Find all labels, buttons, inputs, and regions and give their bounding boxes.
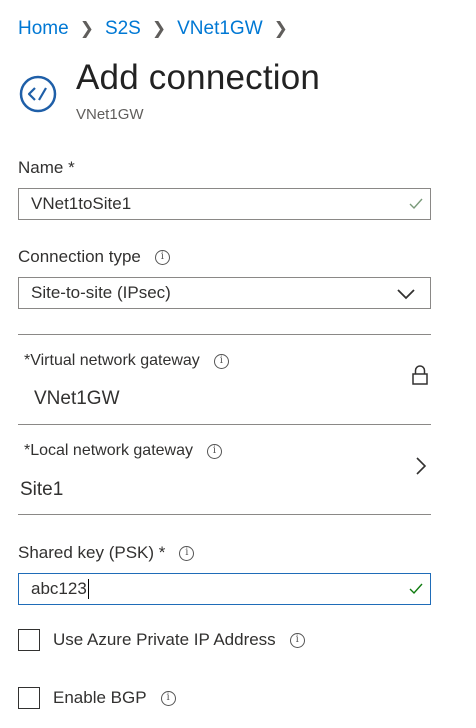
enable-bgp-checkbox[interactable] [18, 687, 40, 709]
info-icon[interactable]: i [289, 632, 305, 648]
use-private-ip-label: Use Azure Private IP Address [53, 630, 276, 649]
section-divider [18, 514, 431, 515]
chevron-right-icon [416, 457, 427, 475]
name-value: VNet1toSite1 [31, 194, 132, 213]
virtual-network-gateway-label-text: Virtual network gateway [30, 352, 200, 369]
virtual-network-gateway-value: VNet1GW [34, 388, 120, 409]
info-icon[interactable]: i [213, 353, 229, 369]
connection-type-select[interactable]: Site-to-site (IPsec) [18, 277, 431, 309]
breadcrumb-separator-icon: ❯ [273, 19, 288, 38]
name-input[interactable]: VNet1toSite1 [18, 188, 431, 220]
connection-type-label: Connection type i [18, 247, 170, 267]
local-network-gateway-label: * Local network gateway i [24, 442, 222, 460]
shared-key-input[interactable]: abc123 [18, 573, 431, 605]
use-private-ip-checkbox[interactable] [18, 629, 40, 651]
checkmark-icon [409, 198, 423, 210]
local-network-gateway-label-text: Local network gateway [30, 442, 193, 459]
checkmark-icon [409, 583, 423, 595]
info-icon[interactable]: i [179, 545, 195, 561]
shared-key-label: Shared key (PSK) * i [18, 543, 195, 563]
info-icon[interactable]: i [154, 249, 170, 265]
use-private-ip-option[interactable]: Use Azure Private IP Address i [18, 629, 305, 651]
connection-type-value: Site-to-site (IPsec) [31, 283, 171, 302]
local-network-gateway-value: Site1 [20, 479, 64, 500]
breadcrumb-home[interactable]: Home [18, 18, 69, 40]
enable-bgp-option[interactable]: Enable BGP i [18, 687, 176, 709]
breadcrumb: Home ❯ S2S ❯ VNet1GW ❯ [18, 18, 299, 40]
breadcrumb-vnet1gw[interactable]: VNet1GW [177, 18, 263, 40]
lock-icon [412, 365, 428, 385]
shared-key-value: abc123 [31, 579, 87, 598]
section-divider [18, 334, 431, 335]
name-label: Name * [18, 158, 75, 177]
page-subtitle: VNet1GW [76, 106, 144, 123]
shared-key-label-text: Shared key (PSK) * [18, 543, 166, 562]
local-network-gateway-selector[interactable]: * Local network gateway i Site1 [18, 425, 431, 514]
enable-bgp-label: Enable BGP [53, 688, 147, 707]
breadcrumb-separator-icon: ❯ [79, 19, 94, 38]
info-icon[interactable]: i [207, 443, 222, 459]
breadcrumb-separator-icon: ❯ [151, 19, 167, 38]
page-title: Add connection [76, 58, 321, 97]
virtual-network-gateway-label: * Virtual network gateway i [24, 352, 229, 370]
breadcrumb-s2s[interactable]: S2S [105, 18, 141, 40]
chevron-down-icon [397, 289, 415, 300]
text-cursor [87, 579, 89, 599]
connection-type-label-text: Connection type [18, 247, 141, 266]
connection-icon [18, 74, 58, 114]
info-icon[interactable]: i [160, 690, 176, 706]
